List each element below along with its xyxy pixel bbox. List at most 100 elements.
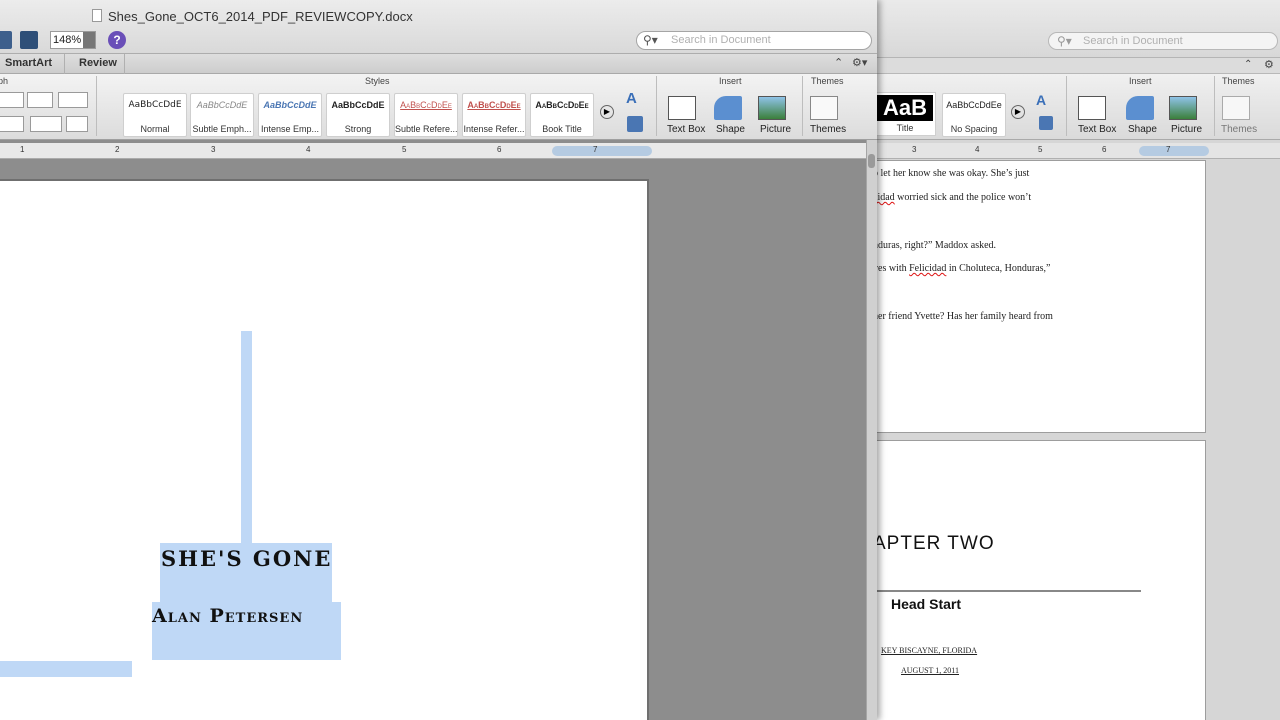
background-ruler[interactable]: 3 4 5 6 7 — [864, 143, 1280, 159]
increase-indent-icon[interactable] — [27, 92, 53, 108]
chevron-down-icon[interactable] — [83, 32, 95, 48]
style-title-name: Title — [896, 123, 914, 133]
page1-line-5: her friend Yvette? Has her family heard … — [873, 311, 1053, 322]
collapse-ribbon-icon[interactable]: ⌃ — [834, 56, 843, 69]
text-box-label[interactable]: Text Box — [1078, 124, 1116, 135]
shape-label[interactable]: Shape — [1128, 124, 1157, 135]
front-search-placeholder: Search in Document — [671, 34, 771, 46]
help-button[interactable]: ? — [108, 31, 126, 49]
themes-label[interactable]: Themes — [810, 124, 846, 135]
toolbar-view-icon[interactable] — [0, 31, 12, 49]
styles-next-icon[interactable]: ▶ — [600, 105, 614, 119]
sort-icon[interactable] — [66, 116, 88, 132]
style-normal-button[interactable]: AaBbCcDdE Normal — [123, 93, 187, 137]
chapter-location: KEY BISCAYNE, FLORIDA — [881, 646, 978, 655]
style-intense-reference-sample: AaBbCcDdEe — [467, 100, 521, 110]
chapter-subtitle: Head Start — [891, 596, 962, 612]
background-page-1[interactable]: o let her know she was okay. She’s just … — [873, 160, 1206, 433]
style-strong-sample: AaBbCcDdE — [331, 100, 385, 110]
style-intense-reference-button[interactable]: AaBbCcDdEe Intense Refer... — [462, 93, 526, 137]
style-subtle-emphasis-name: Subtle Emph... — [192, 124, 252, 134]
picture-icon[interactable] — [758, 96, 786, 120]
style-subtle-reference-sample: AaBbCcDdEe — [400, 100, 452, 110]
vertical-scrollbar[interactable] — [866, 140, 877, 720]
picture-label[interactable]: Picture — [760, 124, 791, 135]
themes-icon[interactable] — [1222, 96, 1250, 120]
decrease-indent-icon[interactable] — [0, 92, 24, 108]
picture-icon[interactable] — [1169, 96, 1197, 120]
line-spacing-icon[interactable] — [0, 116, 24, 132]
horizontal-ruler[interactable]: 1 2 3 4 5 6 7 — [0, 143, 866, 159]
background-word-window: ⚲▾ Search in Document ⌃ ⚙ Insert Themes … — [864, 0, 1280, 720]
style-subtle-emphasis-sample: AaBbCcDdE — [196, 100, 248, 110]
style-intense-emphasis-button[interactable]: AaBbCcDdE Intense Emp... — [258, 93, 322, 137]
text-box-label[interactable]: Text Box — [667, 124, 705, 135]
front-word-window: Shes_Gone_OCT6_2014_PDF_REVIEWCOPY.docx … — [0, 0, 877, 720]
styles-next-icon[interactable]: ▶ — [1011, 105, 1025, 119]
search-icon: ⚲▾ — [1057, 34, 1072, 48]
style-strong-button[interactable]: AaBbCcDdE Strong — [326, 93, 390, 137]
shape-label[interactable]: Shape — [716, 124, 745, 135]
style-subtle-emphasis-button[interactable]: AaBbCcDdE Subtle Emph... — [190, 93, 254, 137]
picture-label[interactable]: Picture — [1171, 124, 1202, 135]
style-no-spacing-name: No Spacing — [950, 124, 998, 134]
style-normal-name: Normal — [140, 124, 170, 134]
tab-smartart[interactable]: SmartArt — [5, 57, 52, 69]
background-search-field[interactable]: ⚲▾ Search in Document — [1048, 32, 1278, 50]
styles-group-label: Styles — [365, 76, 390, 86]
change-styles-icon[interactable]: A — [626, 90, 637, 107]
text-box-icon[interactable] — [668, 96, 696, 120]
style-book-title-button[interactable]: AaBbCcDdEe Book Title — [530, 93, 594, 137]
tab-review[interactable]: Review — [79, 57, 117, 69]
background-tabbar: ⌃ ⚙ — [864, 58, 1280, 74]
chapter-date: AUGUST 1, 2011 — [901, 666, 960, 675]
style-no-spacing-button[interactable]: AaBbCcDdEe No Spacing — [942, 93, 1006, 137]
manage-styles-icon[interactable] — [1039, 116, 1053, 130]
front-titlebar: Shes_Gone_OCT6_2014_PDF_REVIEWCOPY.docx … — [0, 0, 877, 54]
background-ribbon: Insert Themes AaB Title AaBbCcDdEe No Sp… — [864, 74, 1280, 140]
document-page[interactable]: SHE'S GONE Alan Petersen — [0, 179, 649, 720]
style-intense-emphasis-sample: AaBbCcDdE — [263, 100, 317, 110]
style-intense-emphasis-name: Intense Emp... — [260, 124, 320, 134]
themes-group-label: Themes — [811, 76, 844, 86]
insert-group-label: Insert — [719, 76, 742, 86]
style-intense-reference-name: Intense Refer... — [463, 124, 525, 134]
scroll-thumb[interactable] — [868, 154, 875, 168]
shape-icon[interactable] — [714, 96, 742, 120]
change-styles-icon[interactable]: A — [1036, 92, 1046, 108]
style-book-title-sample: AaBbCcDdEe — [535, 100, 589, 110]
background-page-2[interactable]: APTER TWO Head Start KEY BISCAYNE, FLORI… — [873, 440, 1206, 720]
themes-label[interactable]: Themes — [1221, 124, 1257, 135]
document-icon — [92, 9, 102, 22]
collapse-ribbon-icon[interactable]: ⌃ — [1244, 59, 1252, 70]
columns-icon[interactable] — [58, 92, 88, 108]
insert-group-label: Insert — [1129, 76, 1152, 86]
borders-icon[interactable] — [30, 116, 62, 132]
front-search-field[interactable]: ⚲▾ Search in Document — [636, 31, 872, 50]
ribbon-tabs: SmartArt Review ⌃ ⚙▾ — [0, 54, 877, 74]
ribbon-settings-icon[interactable]: ⚙ — [1264, 58, 1274, 71]
zoom-select[interactable]: 148% — [50, 31, 96, 49]
page1-line-4: ves with Felicidad in Choluteca, Hondura… — [873, 263, 1051, 274]
front-ribbon: ph Styles AaBbCcDdE Normal AaBbCcDdE Sub… — [0, 74, 877, 140]
style-strong-name: Strong — [344, 124, 372, 134]
page1-line-1: o let her know she was okay. She’s just — [873, 168, 1030, 179]
selection-highlight — [0, 661, 132, 677]
style-subtle-reference-button[interactable]: AaBbCcDdEe Subtle Refere... — [394, 93, 458, 137]
print-icon[interactable] — [20, 31, 38, 49]
style-title-button[interactable]: AaB Title — [874, 92, 936, 136]
style-normal-sample: AaBbCcDdE — [128, 100, 182, 110]
text-box-icon[interactable] — [1078, 96, 1106, 120]
selection-highlight — [241, 331, 252, 545]
background-titlebar: ⚲▾ Search in Document — [864, 0, 1280, 58]
page1-line-3: nduras, right?” Maddox asked. — [873, 240, 997, 251]
themes-icon[interactable] — [810, 96, 838, 120]
ribbon-settings-icon[interactable]: ⚙▾ — [852, 56, 867, 69]
background-search-placeholder: Search in Document — [1083, 35, 1183, 47]
chapter-rule — [873, 590, 1141, 592]
book-title: SHE'S GONE — [161, 546, 333, 571]
style-no-spacing-sample: AaBbCcDdEe — [946, 100, 1002, 110]
manage-styles-icon[interactable] — [627, 116, 643, 132]
search-icon: ⚲▾ — [643, 33, 658, 47]
shape-icon[interactable] — [1126, 96, 1154, 120]
